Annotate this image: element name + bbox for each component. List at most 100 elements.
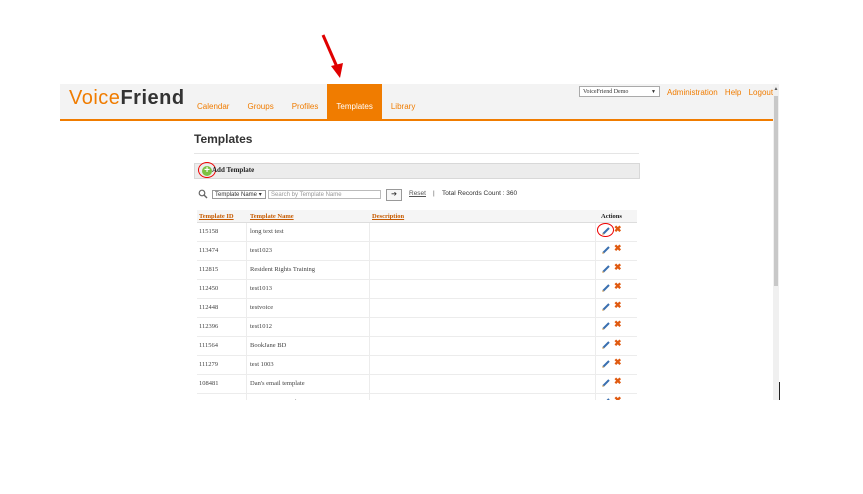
tab-groups[interactable]: Groups — [238, 84, 282, 119]
title-divider — [194, 153, 639, 154]
template-name: test1023 — [250, 247, 273, 254]
annotation-arrow — [321, 34, 343, 78]
edit-pencil-icon[interactable] — [601, 283, 611, 293]
cell-divider — [246, 261, 247, 279]
edit-pencil-icon[interactable] — [601, 302, 611, 312]
table-row[interactable]: 108479 Dan's voice template ✖ — [197, 394, 637, 400]
tab-library[interactable]: Library — [382, 84, 424, 119]
template-name: testvoice — [250, 304, 274, 311]
delete-x-icon[interactable]: ✖ — [614, 262, 622, 272]
delete-x-icon[interactable]: ✖ — [614, 300, 622, 310]
edit-pencil-icon[interactable] — [601, 378, 611, 388]
cell-divider — [595, 375, 596, 393]
template-name: BookJane BD — [250, 342, 287, 349]
delete-x-icon[interactable]: ✖ — [614, 395, 622, 400]
template-id: 111564 — [199, 342, 219, 349]
table-body: 115158 long text test ✖ 113474 test1023 ✖ 1128… — [197, 223, 637, 400]
cell-divider — [369, 299, 370, 317]
template-id: 112448 — [199, 304, 219, 311]
table-row[interactable]: 112448 testvoice ✖ — [197, 299, 637, 318]
cell-divider — [246, 318, 247, 336]
table-header: Template ID Template Name Description Ac… — [197, 210, 637, 223]
edit-pencil-icon[interactable] — [601, 397, 611, 400]
edit-pencil-icon[interactable] — [601, 264, 611, 274]
cell-divider — [369, 318, 370, 336]
tab-calendar[interactable]: Calendar — [188, 84, 238, 119]
table-row[interactable]: 111564 BookJane BD ✖ — [197, 337, 637, 356]
table-row[interactable]: 112450 test1013 ✖ — [197, 280, 637, 299]
logout-link[interactable]: Logout — [749, 88, 773, 97]
search-input[interactable]: Search by Template Name — [268, 190, 381, 199]
cell-divider — [246, 299, 247, 317]
delete-x-icon[interactable]: ✖ — [614, 357, 622, 367]
template-name: Dan's email template — [250, 380, 305, 387]
table-row[interactable]: 112815 Resident Rights Training ✖ — [197, 261, 637, 280]
cell-divider — [369, 261, 370, 279]
delete-x-icon[interactable]: ✖ — [614, 338, 622, 348]
cell-divider — [369, 242, 370, 260]
scroll-thumb[interactable] — [774, 96, 778, 286]
edit-pencil-icon[interactable] — [601, 359, 611, 369]
template-id: 108481 — [199, 380, 219, 387]
cell-divider — [369, 394, 370, 400]
delete-x-icon[interactable]: ✖ — [614, 281, 622, 291]
edit-pencil-icon[interactable] — [601, 340, 611, 350]
app-window: VoiceFriend Calendar Groups Profiles Templa… — [60, 84, 779, 400]
tab-profiles[interactable]: Profiles — [283, 84, 328, 119]
brand-logo[interactable]: VoiceFriend — [69, 87, 185, 110]
template-id: 112815 — [199, 266, 219, 273]
account-select-value: VoiceFriend Demo — [583, 89, 629, 95]
separator: | — [433, 190, 435, 197]
cell-divider — [369, 375, 370, 393]
edit-pencil-icon[interactable] — [601, 245, 611, 255]
delete-x-icon[interactable]: ✖ — [614, 224, 622, 234]
templates-table: Template ID Template Name Description Ac… — [197, 210, 637, 400]
delete-x-icon[interactable]: ✖ — [614, 243, 622, 253]
edge-mark — [779, 382, 780, 400]
vertical-scrollbar[interactable]: ▲ — [773, 84, 779, 400]
cell-divider — [595, 242, 596, 260]
chevron-down-icon: ▼ — [651, 90, 656, 95]
cell-divider — [246, 394, 247, 400]
add-template-bar: + Add Template — [194, 162, 640, 179]
cell-divider — [246, 375, 247, 393]
edit-pencil-icon[interactable] — [601, 321, 611, 331]
cell-divider — [246, 242, 247, 260]
reset-link[interactable]: Reset — [409, 190, 426, 197]
template-name: test 1003 — [250, 361, 274, 368]
add-template-button[interactable]: Add Template — [212, 166, 254, 174]
brand-part1: Voice — [69, 87, 121, 109]
table-row[interactable]: 108481 Dan's email template ✖ — [197, 375, 637, 394]
admin-link[interactable]: Administration — [667, 88, 718, 97]
cell-divider — [595, 280, 596, 298]
top-bar: VoiceFriend Calendar Groups Profiles Templa… — [60, 84, 779, 121]
cell-divider — [595, 261, 596, 279]
table-row[interactable]: 113474 test1023 ✖ — [197, 242, 637, 261]
template-name: Dan's voice template — [250, 399, 304, 400]
template-name: test1013 — [250, 285, 273, 292]
delete-x-icon[interactable]: ✖ — [614, 319, 622, 329]
cell-divider — [369, 280, 370, 298]
brand-part2: Friend — [120, 87, 185, 109]
template-id: 112450 — [199, 285, 219, 292]
col-description[interactable]: Description — [372, 213, 404, 220]
account-select[interactable]: VoiceFriend Demo ▼ — [579, 86, 660, 97]
col-template-name[interactable]: Template Name — [250, 213, 294, 220]
cell-divider — [595, 318, 596, 336]
table-row[interactable]: 112396 test1012 ✖ — [197, 318, 637, 337]
delete-x-icon[interactable]: ✖ — [614, 376, 622, 386]
help-link[interactable]: Help — [725, 88, 741, 97]
scroll-up-arrow[interactable]: ▲ — [773, 84, 779, 94]
template-id: 115158 — [199, 228, 219, 235]
cell-divider — [246, 280, 247, 298]
cell-divider — [369, 337, 370, 355]
col-template-id[interactable]: Template ID — [199, 213, 234, 220]
search-go-button[interactable]: ➔ — [386, 189, 402, 201]
search-field-select[interactable]: Template Name ▾ — [212, 190, 266, 199]
table-row[interactable]: 111279 test 1003 ✖ — [197, 356, 637, 375]
table-row[interactable]: 115158 long text test ✖ — [197, 223, 637, 242]
tab-templates[interactable]: Templates — [327, 84, 382, 119]
template-id: 111279 — [199, 361, 219, 368]
annotation-circle — [597, 223, 614, 237]
cell-divider — [595, 394, 596, 400]
